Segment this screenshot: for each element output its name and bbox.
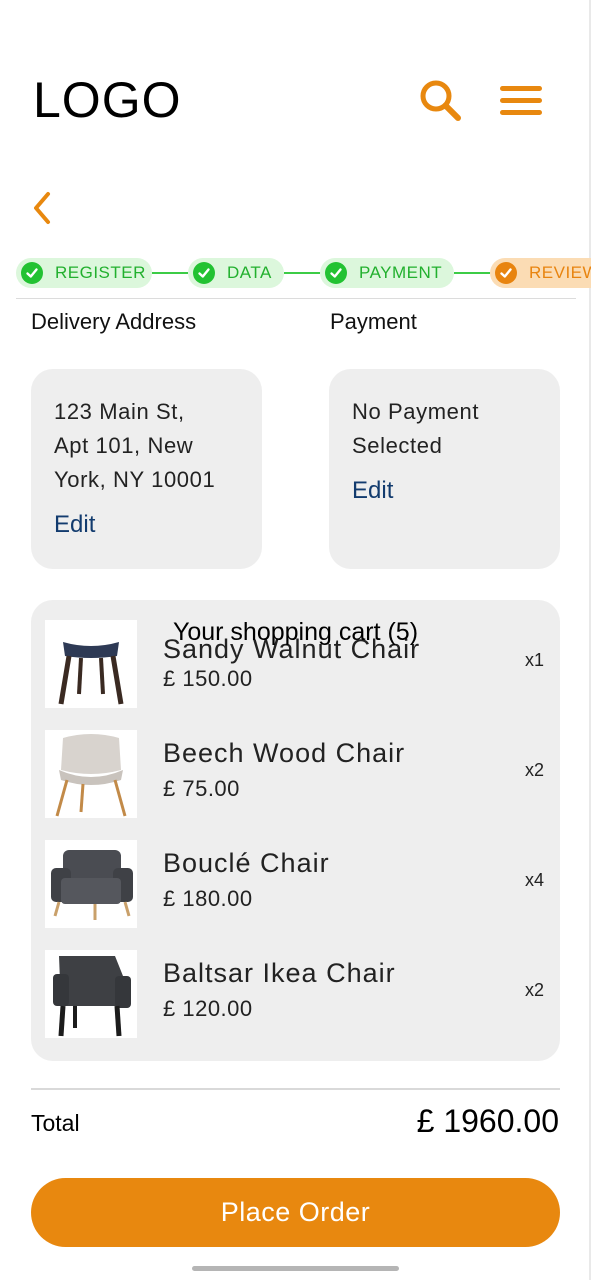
step-connector: [454, 272, 490, 274]
hamburger-menu-icon: [500, 86, 542, 115]
chair-thumbnail-icon: [45, 950, 137, 1038]
step-review[interactable]: REVIEW: [490, 258, 591, 288]
delivery-heading-clip: Delivery Address: [31, 299, 291, 335]
check-circle-icon: [21, 262, 43, 284]
payment-heading-clip: Payment: [330, 299, 560, 335]
item-price: £ 180.00: [163, 886, 253, 911]
check-circle-icon: [495, 262, 517, 284]
total-label: Total: [31, 1110, 80, 1136]
step-connector: [152, 272, 188, 274]
step-data[interactable]: DATA: [188, 258, 284, 288]
delivery-heading: Delivery Address: [31, 309, 197, 334]
check-circle-icon: [325, 262, 347, 284]
home-indicator[interactable]: [192, 1266, 399, 1271]
shopping-cart-panel: Your shopping cart (5) Sandy Walnut Chai…: [31, 600, 560, 1061]
item-price: £ 75.00: [163, 776, 240, 801]
step-label: PAYMENT: [359, 263, 443, 282]
payment-line: No Payment: [352, 399, 480, 424]
cart-title: Your shopping cart (5): [172, 618, 419, 646]
edit-payment-link[interactable]: Edit: [352, 477, 393, 505]
payment-card: No Payment Selected Edit: [329, 369, 560, 569]
step-connector: [284, 272, 320, 274]
logo: LOGO: [33, 72, 182, 128]
item-quantity: x1: [524, 650, 544, 670]
item-quantity: x2: [524, 760, 544, 780]
step-label: DATA: [227, 263, 272, 282]
item-quantity: x2: [524, 980, 544, 1000]
item-quantity: x4: [524, 870, 544, 890]
step-register[interactable]: REGISTER: [16, 258, 152, 288]
menu-button[interactable]: [496, 80, 546, 122]
cart-item[interactable]: Baltsar Ikea Chair £ 120.00 x2: [31, 944, 560, 1044]
check-circle-icon: [193, 262, 215, 284]
payment-heading: Payment: [330, 309, 417, 334]
step-payment[interactable]: PAYMENT: [320, 258, 454, 288]
back-button[interactable]: [28, 188, 60, 228]
chair-thumbnail-icon: [45, 730, 137, 818]
item-name: Bouclé Chair: [163, 848, 330, 878]
divider: [31, 1088, 560, 1090]
chair-thumbnail-icon: [45, 840, 137, 928]
address-line: York, NY 10001: [54, 467, 216, 492]
cart-item[interactable]: Bouclé Chair £ 180.00 x4: [31, 834, 560, 934]
step-label: REVIEW: [529, 263, 591, 282]
checkout-stepper: REGISTER DATA PAYMENT REVIEW: [16, 258, 591, 290]
place-order-button[interactable]: Place Order: [31, 1178, 560, 1247]
cart-item[interactable]: Beech Wood Chair £ 75.00 x2: [31, 724, 560, 824]
delivery-address-card: 123 Main St, Apt 101, New York, NY 10001…: [31, 369, 262, 569]
edit-address-link[interactable]: Edit: [54, 511, 95, 539]
total-value: £ 1960.00: [416, 1103, 559, 1139]
step-label: REGISTER: [55, 263, 146, 282]
chevron-left-icon: [34, 192, 50, 224]
payment-text: No Payment Selected: [352, 395, 479, 463]
item-name: Baltsar Ikea Chair: [163, 958, 396, 988]
item-price: £ 120.00: [163, 996, 253, 1021]
item-price: £ 150.00: [163, 666, 253, 691]
item-name: Beech Wood Chair: [163, 738, 406, 768]
address-text: 123 Main St, Apt 101, New York, NY 10001: [54, 395, 215, 497]
search-icon: [420, 80, 461, 121]
search-button[interactable]: [416, 76, 466, 126]
address-line: Apt 101, New: [54, 433, 194, 458]
address-line: 123 Main St,: [54, 399, 185, 424]
payment-line: Selected: [352, 433, 443, 458]
